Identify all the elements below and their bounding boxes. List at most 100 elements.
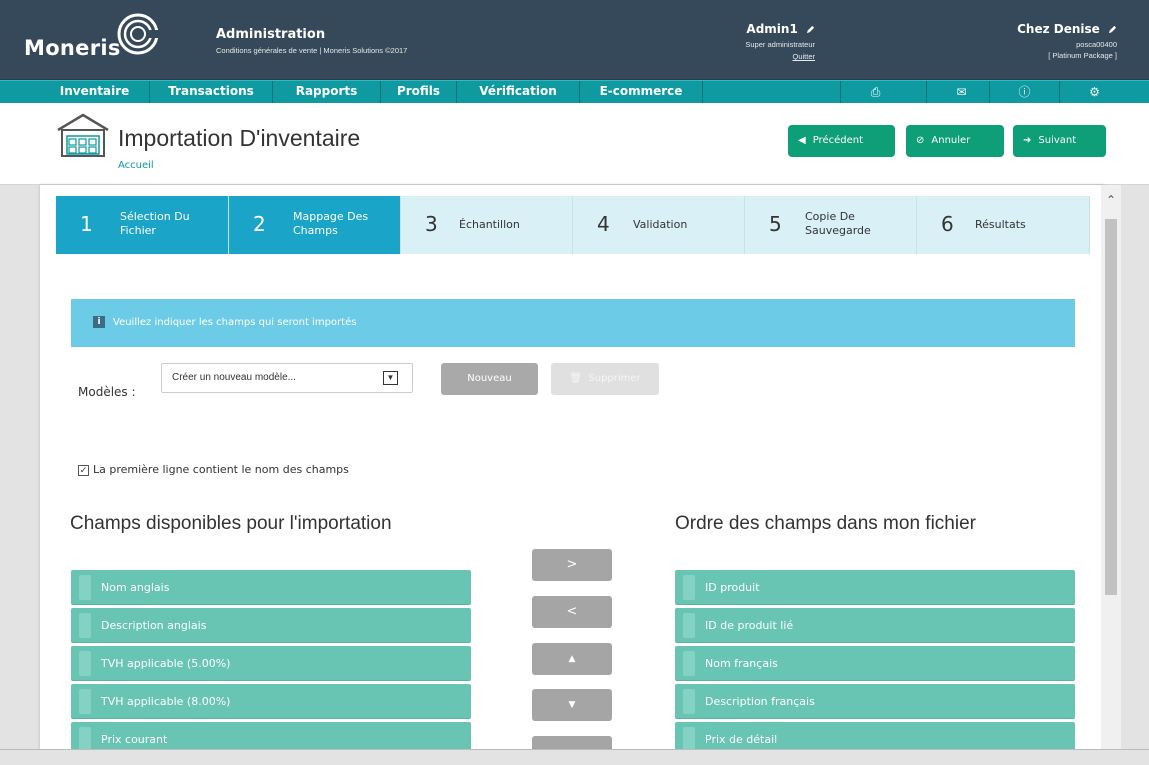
drag-handle[interactable] bbox=[683, 689, 695, 714]
step-number: 4 bbox=[597, 212, 610, 236]
breadcrumb[interactable]: Accueil bbox=[118, 160, 154, 171]
models-label: Modèles : bbox=[78, 385, 136, 399]
edit-user-icon[interactable] bbox=[806, 25, 815, 34]
drag-handle[interactable] bbox=[79, 575, 91, 600]
page-footer-strip bbox=[0, 749, 1149, 765]
moneris-logo[interactable]: Moneris bbox=[18, 10, 178, 70]
delete-model-button[interactable]: 🗑 Supprimer bbox=[551, 363, 659, 395]
remove-field-button[interactable]: < bbox=[532, 596, 612, 628]
nav-rapports[interactable]: Rapports bbox=[273, 81, 381, 103]
move-up-button[interactable]: ▲ bbox=[532, 643, 612, 675]
header-row-checkbox[interactable]: ✓ bbox=[78, 464, 89, 476]
arrow-right-icon: ➜ bbox=[1023, 135, 1032, 146]
list-item-label: Nom français bbox=[705, 657, 778, 670]
step-4[interactable]: 4 Validation bbox=[573, 196, 745, 254]
drag-handle[interactable] bbox=[683, 613, 695, 638]
step-2[interactable]: 2 Mappage Des Champs bbox=[229, 196, 401, 254]
drag-handle[interactable] bbox=[683, 575, 695, 600]
store-id: posca00400 bbox=[1076, 40, 1117, 49]
next-label: Suivant bbox=[1038, 135, 1077, 146]
nav-verification[interactable]: Vérification bbox=[457, 81, 580, 103]
drag-handle[interactable] bbox=[683, 727, 695, 749]
drag-handle[interactable] bbox=[79, 613, 91, 638]
step-label: Validation bbox=[633, 218, 688, 231]
previous-button[interactable]: ◀ Précédent bbox=[788, 125, 895, 157]
list-item[interactable]: Nom français bbox=[675, 646, 1075, 681]
list-item[interactable]: ID produit bbox=[675, 570, 1075, 605]
list-item[interactable]: Description français bbox=[675, 684, 1075, 719]
previous-label: Précédent bbox=[812, 135, 864, 146]
drag-handle[interactable] bbox=[79, 689, 91, 714]
logo-text: Moneris bbox=[24, 36, 121, 60]
list-item[interactable]: TVH applicable (8.00%) bbox=[71, 684, 471, 719]
model-select-value: Créer un nouveau modèle... bbox=[172, 372, 296, 383]
new-model-button[interactable]: Nouveau bbox=[441, 363, 538, 395]
list-item-label: TVH applicable (5.00%) bbox=[101, 657, 231, 670]
app-section-title: Administration bbox=[216, 27, 326, 42]
delete-label: Supprimer bbox=[588, 373, 641, 384]
chevron-down-icon: ▼ bbox=[383, 371, 398, 385]
user-role: Super administrateur bbox=[745, 40, 815, 49]
printer-icon[interactable]: ⎙ bbox=[840, 81, 910, 103]
cancel-button[interactable]: ⊘ Annuler bbox=[906, 125, 1004, 157]
vertical-scrollbar[interactable]: ⌃ ⌄ bbox=[1101, 185, 1121, 759]
step-number: 6 bbox=[941, 212, 954, 236]
add-field-button[interactable]: > bbox=[532, 549, 612, 581]
trash-icon: 🗑 bbox=[569, 373, 583, 384]
app-header: Moneris Administration Conditions généra… bbox=[0, 0, 1149, 80]
available-fields-list: Nom anglais Description anglais TVH appl… bbox=[71, 570, 471, 749]
next-button[interactable]: ➜ Suivant bbox=[1013, 125, 1106, 157]
scroll-up-icon[interactable]: ⌃ bbox=[1104, 193, 1118, 207]
step-5[interactable]: 5 Copie De Sauvegarde bbox=[745, 196, 917, 254]
nav-ecommerce[interactable]: E-commerce bbox=[580, 81, 703, 103]
list-item[interactable]: TVH applicable (5.00%) bbox=[71, 646, 471, 681]
nav-profils[interactable]: Profils bbox=[381, 81, 457, 103]
file-order-title: Ordre des champs dans mon fichier bbox=[675, 513, 976, 534]
settings-icon[interactable]: ⚙ bbox=[1059, 81, 1129, 103]
page-title: Importation D'inventaire bbox=[118, 125, 361, 151]
content-panel: 1 Sélection Du Fichier 2 Mappage Des Cha… bbox=[40, 185, 1105, 749]
model-select[interactable]: Créer un nouveau modèle... ▼ bbox=[161, 363, 413, 393]
list-item-label: ID produit bbox=[705, 581, 760, 594]
list-item-label: Description français bbox=[705, 695, 815, 708]
user-name[interactable]: Admin1 bbox=[746, 22, 797, 36]
scroll-thumb[interactable] bbox=[1105, 219, 1117, 595]
page-header: Importation D'inventaire Accueil ◀ Précéd… bbox=[0, 103, 1149, 185]
list-item[interactable]: Description anglais bbox=[71, 608, 471, 643]
user-block: Admin1 Super administrateur Quitter bbox=[745, 22, 815, 61]
step-number: 5 bbox=[769, 212, 782, 236]
info-banner: i Veuillez indiquer les champs qui seront… bbox=[71, 299, 1075, 347]
list-item-label: ID de produit lié bbox=[705, 619, 794, 632]
step-6[interactable]: 6 Résultats bbox=[917, 196, 1090, 254]
info-icon: i bbox=[93, 316, 105, 328]
move-down-button[interactable]: ▼ bbox=[532, 689, 612, 721]
step-label: Mappage Des Champs bbox=[293, 210, 369, 237]
add-all-button[interactable]: >> bbox=[532, 736, 612, 749]
drag-handle[interactable] bbox=[683, 651, 695, 676]
step-1[interactable]: 1 Sélection Du Fichier bbox=[56, 196, 229, 254]
list-item-label: Prix de détail bbox=[705, 733, 778, 746]
drag-handle[interactable] bbox=[79, 727, 91, 749]
cancel-icon: ⊘ bbox=[916, 135, 925, 146]
step-number: 1 bbox=[80, 212, 93, 236]
help-icon[interactable]: ⓘ bbox=[989, 81, 1059, 103]
nav-transactions[interactable]: Transactions bbox=[150, 81, 273, 103]
logout-link[interactable]: Quitter bbox=[745, 52, 815, 61]
list-item[interactable]: Prix courant bbox=[71, 722, 471, 749]
list-item[interactable]: Prix de détail bbox=[675, 722, 1075, 749]
cancel-label: Annuler bbox=[931, 135, 971, 146]
nav-inventaire[interactable]: Inventaire bbox=[40, 81, 150, 103]
step-label: Copie De Sauvegarde bbox=[805, 210, 871, 237]
list-item-label: Nom anglais bbox=[101, 581, 170, 594]
step-3[interactable]: 3 Échantillon bbox=[401, 196, 573, 254]
app-section-subtitle: Conditions générales de vente | Moneris … bbox=[216, 46, 408, 55]
list-item[interactable]: Nom anglais bbox=[71, 570, 471, 605]
mail-icon[interactable]: ✉ bbox=[926, 81, 996, 103]
list-item[interactable]: ID de produit lié bbox=[675, 608, 1075, 643]
store-name[interactable]: Chez Denise bbox=[1017, 22, 1100, 36]
header-row-option: ✓ La première ligne contient le nom des c… bbox=[78, 463, 349, 476]
available-fields-title: Champs disponibles pour l'importation bbox=[70, 513, 392, 534]
edit-store-icon[interactable] bbox=[1108, 25, 1117, 34]
warehouse-icon bbox=[57, 113, 109, 157]
drag-handle[interactable] bbox=[79, 651, 91, 676]
